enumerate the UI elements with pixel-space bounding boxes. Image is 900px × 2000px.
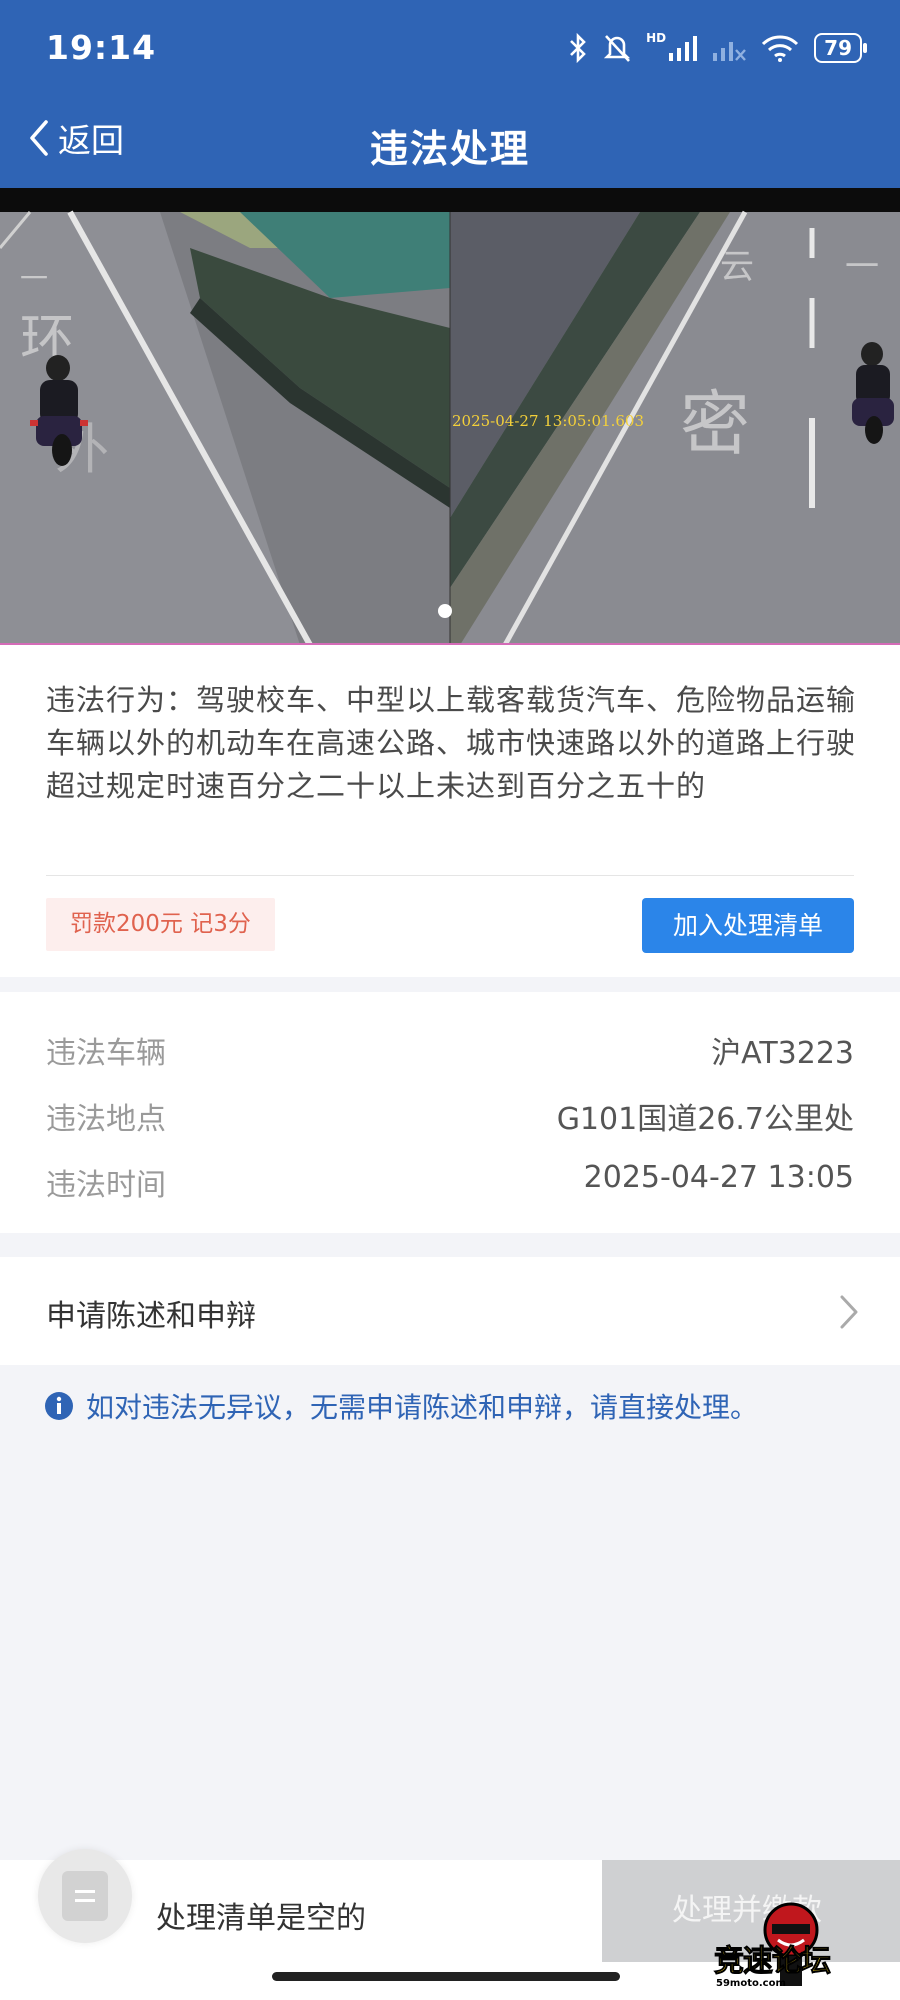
- list-icon[interactable]: [38, 1849, 132, 1943]
- home-indicator[interactable]: [272, 1972, 620, 1981]
- violation-details-card: 违法车辆 沪AT3223 违法地点 G101国道26.7公里处 违法时间 202…: [0, 992, 900, 1233]
- wifi-icon: [762, 35, 799, 62]
- photo-timestamp: 2025-04-27 13:05:01.603: [452, 412, 645, 430]
- svg-text:云: 云: [720, 247, 754, 287]
- violation-card: 违法行为：驾驶校车、中型以上载客载货汽车、危险物品运输车辆以外的机动车在高速公路…: [0, 645, 900, 977]
- detail-value: 沪AT3223: [711, 1036, 854, 1071]
- forum-watermark: 竞速论坛 59moto.com: [696, 1900, 886, 1996]
- list-lines-icon: [75, 1890, 95, 1902]
- svg-text:一: 一: [20, 262, 48, 295]
- empty-list-label: 处理清单是空的: [156, 1901, 366, 1936]
- svg-text:密: 密: [680, 383, 750, 465]
- watermark-text: 竞速论坛: [714, 1944, 832, 1980]
- status-bar: 19:14 HD 79: [0, 0, 900, 96]
- bluetooth-icon: [570, 32, 586, 64]
- carousel-indicator-dot[interactable]: [437, 603, 453, 619]
- violation-description: 违法行为：驾驶校车、中型以上载客载货汽车、危险物品运输车辆以外的机动车在高速公路…: [46, 683, 857, 803]
- nav-bar: 返回 违法处理: [0, 100, 900, 188]
- app-header: 19:14 HD 79 返回 违法处理: [0, 0, 900, 188]
- status-icons: HD 79: [568, 28, 867, 68]
- status-time: 19:14: [46, 28, 157, 67]
- watermark-site: 59moto.com: [716, 1978, 786, 1989]
- violation-photo: 一 环 外 云 密 一: [0, 188, 900, 645]
- fine-badge: 罚款200元 记3分: [46, 898, 275, 951]
- hd-label: HD: [646, 31, 667, 45]
- detail-label: 违法地点: [46, 1102, 166, 1137]
- signal-icon: [669, 36, 698, 61]
- chevron-right-icon: [840, 1295, 858, 1329]
- violation-photo-carousel[interactable]: 一 环 外 云 密 一 2025-04-27 13:05:01.603: [0, 188, 900, 645]
- signal-no-service-icon: [713, 42, 747, 61]
- card-divider: [46, 875, 854, 876]
- appeal-label: 申请陈述和申辩: [46, 1299, 256, 1334]
- detail-value: 2025-04-27 13:05: [583, 1160, 854, 1195]
- page-title: 违法处理: [369, 127, 530, 171]
- info-icon: [45, 1392, 73, 1420]
- detail-label: 违法时间: [46, 1168, 166, 1203]
- notice: 如对违法无异议，无需申请陈述和申辩，请直接处理。: [44, 1386, 758, 1426]
- detail-row-time: 违法时间 2025-04-27 13:05: [46, 1160, 854, 1203]
- svg-text:一: 一: [845, 247, 879, 287]
- bell-muted-icon: [604, 35, 631, 62]
- detail-value: G101国道26.7公里处: [556, 1102, 854, 1137]
- detail-row-vehicle: 违法车辆 沪AT3223: [46, 1028, 854, 1071]
- detail-row-location: 违法地点 G101国道26.7公里处: [46, 1094, 854, 1137]
- notice-text: 如对违法无异议，无需申请陈述和申辩，请直接处理。: [86, 1391, 759, 1424]
- battery-indicator: 79: [814, 33, 867, 63]
- appeal-row[interactable]: 申请陈述和申辩: [0, 1257, 900, 1365]
- detail-label: 违法车辆: [46, 1036, 166, 1071]
- add-to-list-button[interactable]: 加入处理清单: [642, 898, 854, 953]
- list-icon-body: [62, 1871, 108, 1921]
